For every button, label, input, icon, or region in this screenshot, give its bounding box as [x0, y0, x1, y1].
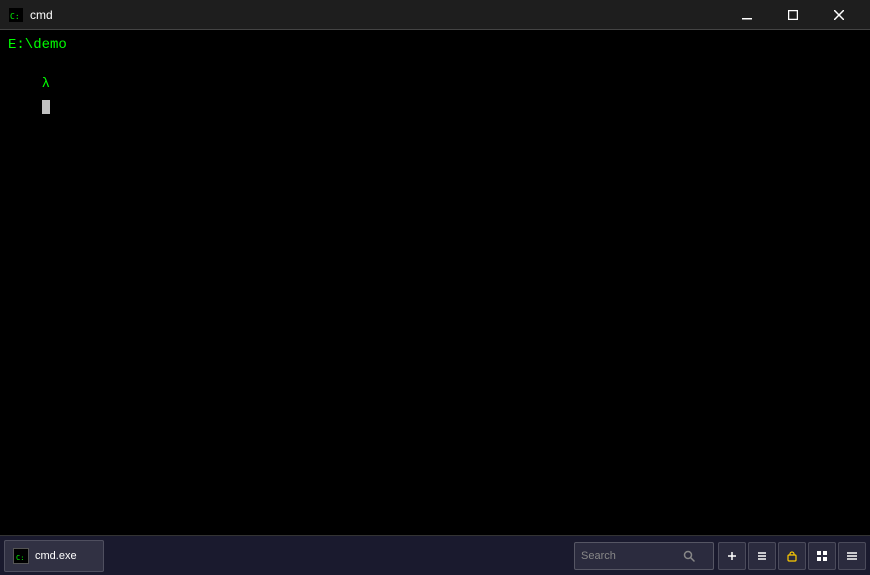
maximize-button[interactable] [770, 0, 816, 30]
taskbar-app-icon: C: [13, 548, 29, 564]
list-button[interactable] [838, 542, 866, 570]
svg-text:C:: C: [16, 554, 24, 562]
svg-text:C:: C: [10, 12, 20, 21]
taskbar-app-cmd[interactable]: C: cmd.exe [4, 540, 104, 572]
grid-button[interactable] [808, 542, 836, 570]
add-button[interactable] [718, 542, 746, 570]
taskbar-search-box[interactable] [574, 542, 714, 570]
title-bar: C: cmd [0, 0, 870, 30]
dropdown-button[interactable] [748, 542, 776, 570]
close-button[interactable] [816, 0, 862, 30]
search-input[interactable] [581, 550, 681, 562]
terminal-body[interactable]: E:\demo λ [0, 30, 870, 535]
window-controls [724, 0, 862, 30]
taskbar-actions [718, 542, 866, 570]
terminal-cursor [42, 100, 50, 114]
taskbar: C: cmd.exe [0, 535, 870, 575]
search-icon [681, 548, 697, 564]
terminal-line-2: λ [8, 56, 862, 134]
cmd-icon: C: [8, 7, 24, 23]
minimize-button[interactable] [724, 0, 770, 30]
terminal-line-1: E:\demo [8, 36, 862, 56]
window-title: cmd [30, 8, 724, 22]
lock-button[interactable] [778, 542, 806, 570]
taskbar-app-label: cmd.exe [35, 550, 77, 562]
